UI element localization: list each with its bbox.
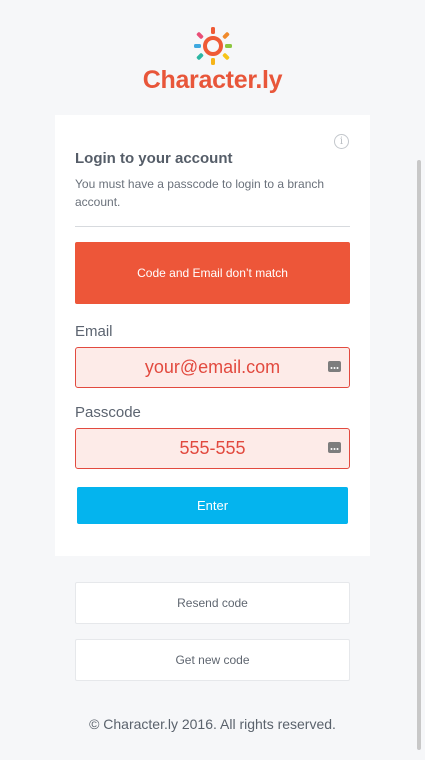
card-subtitle: You must have a passcode to login to a b… bbox=[75, 177, 325, 209]
rainbow-ring-logo-icon bbox=[194, 27, 232, 65]
scrollbar[interactable] bbox=[417, 160, 421, 750]
divider bbox=[75, 226, 350, 227]
email-field-box bbox=[75, 347, 350, 388]
passcode-label: Passcode bbox=[75, 404, 141, 421]
email-label: Email bbox=[75, 323, 113, 340]
resend-code-button[interactable]: Resend code bbox=[75, 582, 350, 624]
login-card: i Login to your account You must have a … bbox=[55, 115, 370, 556]
key-icon[interactable] bbox=[328, 361, 341, 372]
email-field[interactable] bbox=[76, 348, 349, 387]
passcode-field[interactable] bbox=[76, 429, 349, 468]
brand-logo: Character.ly bbox=[0, 22, 425, 102]
enter-button[interactable]: Enter bbox=[77, 487, 348, 524]
key-icon[interactable] bbox=[328, 442, 341, 453]
brand-name: Character.ly bbox=[142, 66, 283, 94]
card-title: Login to your account bbox=[75, 150, 233, 167]
get-new-code-button[interactable]: Get new code bbox=[75, 639, 350, 681]
footer-copyright: © Character.ly 2016. All rights reserved… bbox=[89, 716, 336, 732]
error-banner: Code and Email don’t match bbox=[75, 242, 350, 304]
passcode-field-box bbox=[75, 428, 350, 469]
info-icon[interactable]: i bbox=[334, 134, 349, 149]
